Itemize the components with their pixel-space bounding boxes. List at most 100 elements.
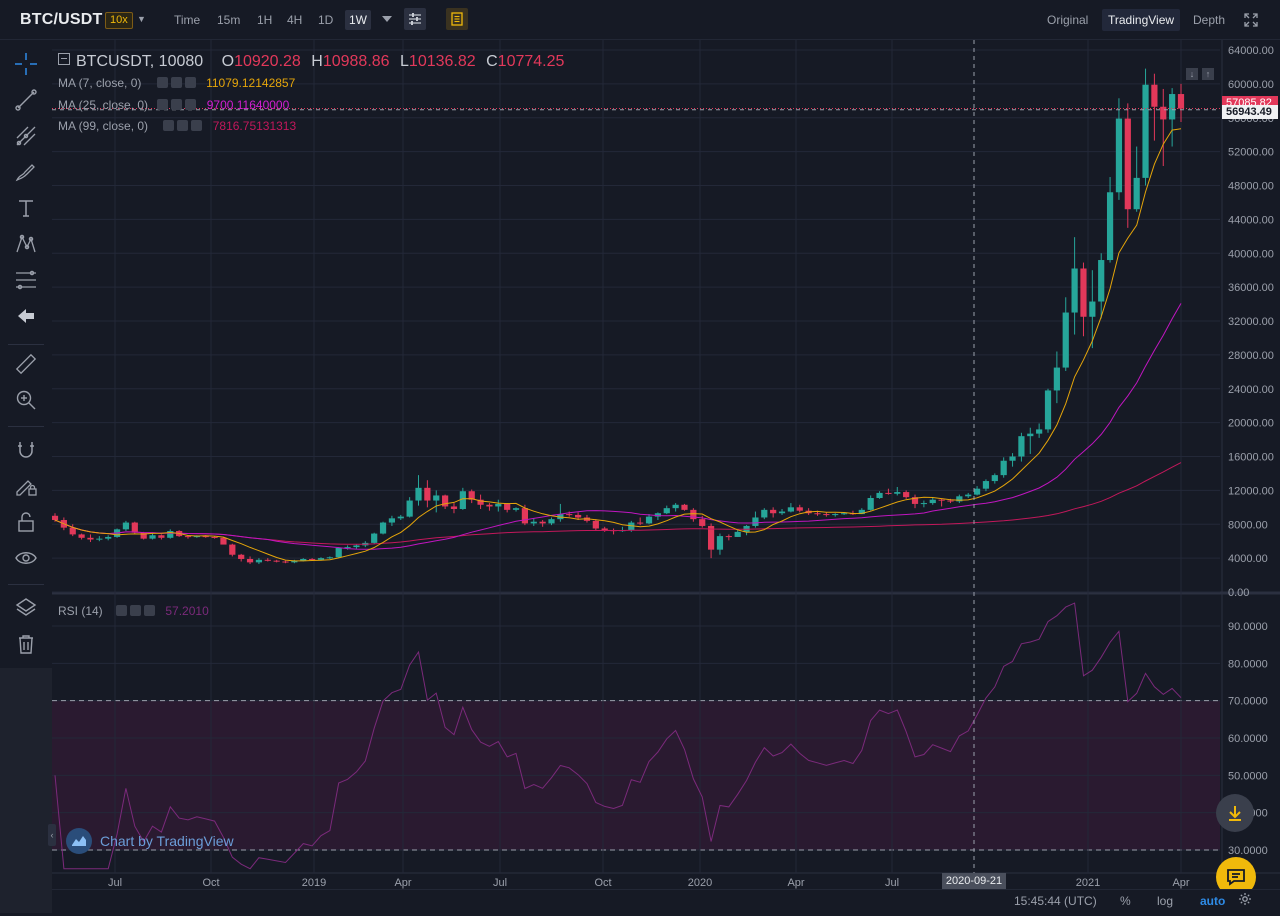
settings-icon[interactable]: [177, 120, 189, 131]
close-icon[interactable]: [191, 120, 203, 131]
candle-body: [681, 504, 688, 510]
visibility-icon[interactable]: [157, 99, 169, 110]
tab-1h[interactable]: 1H: [253, 10, 276, 30]
time-tick-label: Jul: [108, 877, 122, 889]
candle-body: [1151, 84, 1158, 107]
tradingview-logo-icon: [66, 828, 92, 854]
candle-body: [965, 494, 972, 497]
candle-body: [1027, 433, 1034, 437]
utc-clock[interactable]: 15:45:44 (UTC): [1014, 894, 1097, 908]
back-arrow-icon[interactable]: [10, 302, 42, 330]
ma99-label: MA (99, close, 0): [58, 119, 149, 133]
leverage-dropdown-icon[interactable]: ▼: [137, 14, 146, 24]
price-tick-label: 60000.00: [1228, 79, 1274, 91]
tab-1d[interactable]: 1D: [314, 10, 337, 30]
tab-tradingview[interactable]: TradingView: [1102, 9, 1181, 31]
log-toggle[interactable]: log: [1157, 894, 1173, 908]
ma99-legend: MA (99, close, 0) 7816.75131313: [58, 119, 296, 133]
trend-line-icon[interactable]: [10, 86, 42, 114]
ma7-value: 11079.12142857: [206, 76, 296, 90]
candle-body: [335, 547, 342, 558]
rsi-legend: RSI (14) 57.2010: [58, 604, 209, 618]
fullscreen-icon[interactable]: [1240, 9, 1262, 31]
pair-title[interactable]: BTC/USDT: [20, 11, 102, 29]
price-chart-svg[interactable]: 64000.0060000.0056000.0052000.0048000.00…: [51, 40, 1280, 913]
settings-icon[interactable]: [130, 605, 142, 616]
rsi-label: RSI (14): [58, 604, 103, 618]
collapse-legend-icon[interactable]: [58, 53, 70, 65]
trash-icon[interactable]: [10, 630, 42, 658]
text-icon[interactable]: [10, 194, 42, 222]
close-icon[interactable]: [144, 605, 156, 616]
candle-body: [521, 508, 529, 524]
tab-4h[interactable]: 4H: [283, 10, 306, 30]
candle-body: [1177, 94, 1185, 109]
lock-drawing-icon[interactable]: [10, 472, 42, 500]
fib-icon[interactable]: [10, 266, 42, 294]
candle-body: [442, 495, 449, 507]
candle-body: [1071, 268, 1078, 313]
eye-icon[interactable]: [10, 544, 42, 572]
visibility-icon[interactable]: [156, 77, 168, 88]
branding-text: Chart by TradingView: [100, 833, 234, 849]
candle-body: [734, 531, 741, 537]
pitchfork-icon[interactable]: [10, 122, 42, 150]
magnet-icon[interactable]: [10, 436, 42, 464]
lock-icon[interactable]: [10, 508, 42, 536]
candle-body: [929, 499, 936, 504]
more-timeframes-icon[interactable]: [376, 8, 398, 30]
candle-body: [645, 516, 653, 524]
candle-body: [87, 537, 94, 540]
ohlc-legend: BTCUSDT, 10080 O10920.28 H10988.86 L1013…: [58, 53, 564, 71]
pattern-icon[interactable]: [10, 230, 42, 258]
percent-toggle[interactable]: %: [1120, 894, 1131, 908]
indicator-settings-icon[interactable]: [404, 8, 426, 30]
drawing-toolbar: [0, 40, 53, 668]
tradingview-branding[interactable]: Chart by TradingView: [66, 828, 234, 854]
layers-icon[interactable]: [10, 594, 42, 622]
visibility-icon[interactable]: [116, 605, 128, 616]
chart-settings-gear-icon[interactable]: [1238, 892, 1252, 909]
close-icon[interactable]: [184, 77, 196, 88]
candle-body: [690, 509, 697, 520]
candle-body: [255, 559, 263, 563]
tab-depth[interactable]: Depth: [1187, 9, 1231, 31]
zoom-in-icon[interactable]: [10, 386, 42, 414]
rsi-tick-label: 60.0000: [1228, 733, 1268, 745]
candle-body: [122, 522, 130, 530]
candle-body: [264, 559, 271, 561]
visibility-icon[interactable]: [163, 120, 175, 131]
tab-original[interactable]: Original: [1041, 9, 1094, 31]
chart-notes-icon[interactable]: [446, 8, 468, 30]
candle-body: [1133, 177, 1140, 210]
candle-body: [495, 503, 502, 507]
candle-body: [78, 534, 85, 538]
ruler-icon[interactable]: [10, 350, 42, 378]
scroll-down-icon[interactable]: ↓: [1186, 68, 1198, 80]
candle-body: [273, 560, 280, 562]
rsi-tick-label: 50.0000: [1228, 770, 1268, 782]
tab-1w[interactable]: 1W: [345, 10, 371, 30]
settings-icon[interactable]: [171, 99, 183, 110]
scroll-to-latest-button[interactable]: [1216, 794, 1254, 832]
time-tick-label: Jul: [493, 877, 507, 889]
settings-icon[interactable]: [170, 77, 182, 88]
candle-body: [1044, 390, 1052, 430]
candle-body: [716, 536, 724, 550]
brush-icon[interactable]: [10, 158, 42, 186]
candle-body: [1089, 301, 1096, 317]
candle-body: [1098, 260, 1105, 302]
auto-toggle[interactable]: auto: [1200, 894, 1225, 908]
close-icon[interactable]: [185, 99, 197, 110]
candle-body: [867, 497, 874, 510]
tab-15m[interactable]: 15m: [213, 10, 244, 30]
chart-area[interactable]: 64000.0060000.0056000.0052000.0048000.00…: [51, 40, 1280, 913]
tab-time[interactable]: Time: [170, 10, 204, 30]
price-tick-label: 28000.00: [1228, 350, 1274, 362]
crosshair-icon[interactable]: [10, 50, 42, 78]
leverage-badge[interactable]: 10x: [105, 12, 133, 29]
scroll-up-icon[interactable]: ↑: [1202, 68, 1214, 80]
ma25-legend: MA (25, close, 0) 9700.11640000: [58, 98, 289, 112]
ma25-value: 9700.11640000: [206, 98, 290, 112]
collapse-toolbar-icon[interactable]: ‹: [48, 824, 56, 846]
